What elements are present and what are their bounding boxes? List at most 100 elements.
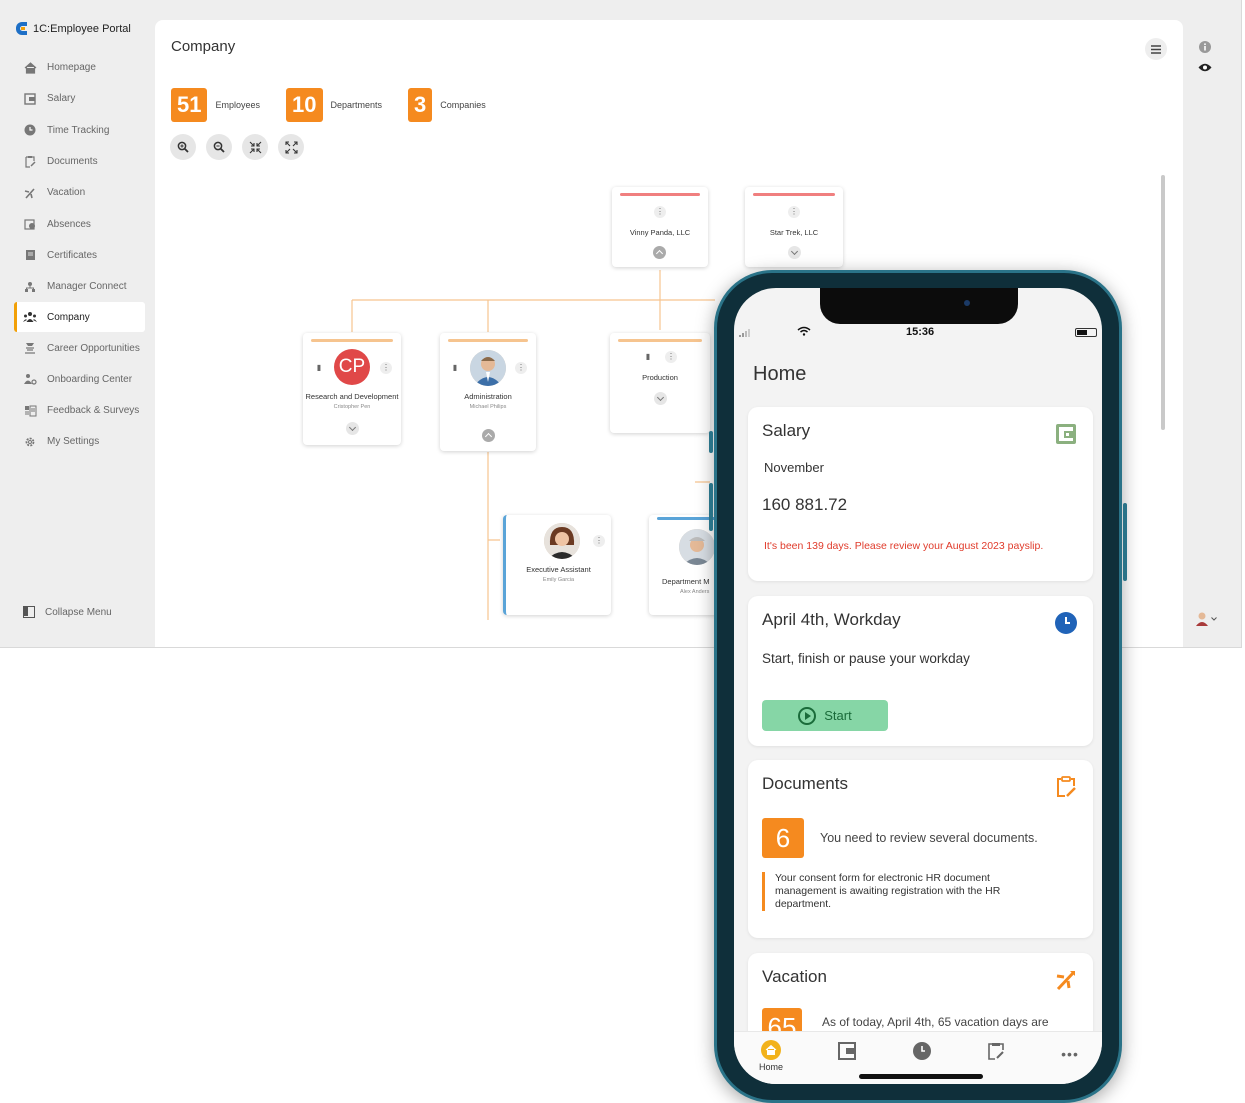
sidebar-item-my-settings[interactable]: My Settings bbox=[14, 426, 145, 457]
user-menu[interactable] bbox=[1196, 612, 1217, 626]
sidebar-item-label: Certificates bbox=[47, 249, 98, 261]
kebab-menu-icon[interactable]: ⋮ bbox=[665, 351, 677, 363]
sidebar-item-career-opportunities[interactable]: Career Opportunities bbox=[14, 332, 145, 363]
wallet-icon bbox=[838, 1042, 856, 1060]
start-workday-button[interactable]: Start bbox=[762, 700, 888, 731]
chevron-down-icon bbox=[1211, 617, 1217, 621]
tab-home[interactable]: Home bbox=[751, 1040, 791, 1072]
position-name: Executive Assistant bbox=[526, 565, 591, 574]
card-title: Salary bbox=[762, 421, 811, 440]
sidebar-item-label: Time Tracking bbox=[47, 124, 110, 136]
org-card-department-administration[interactable]: ▮ ⋮ Administration Michael Philips bbox=[440, 333, 536, 451]
payslip-warning[interactable]: It's been 139 days. Please review your A… bbox=[764, 540, 1043, 552]
sidebar-item-homepage[interactable]: Homepage bbox=[14, 52, 145, 83]
pin-icon[interactable]: ▮ bbox=[642, 351, 654, 363]
workday-text: Start, finish or pause your workday bbox=[762, 651, 970, 666]
sidebar-item-absences[interactable]: Absences bbox=[14, 208, 145, 239]
documents-card[interactable]: Documents 6 You need to review several d… bbox=[748, 760, 1093, 938]
expand-node-icon[interactable] bbox=[346, 422, 359, 435]
play-icon bbox=[798, 706, 817, 725]
pin-icon[interactable]: ▮ bbox=[313, 362, 325, 374]
sidebar-item-label: Onboarding Center bbox=[47, 373, 133, 385]
kebab-menu-icon[interactable]: ⋮ bbox=[380, 362, 392, 374]
more-icon[interactable]: ••• bbox=[1050, 1046, 1090, 1062]
department-head: Cristopher Pen bbox=[333, 404, 371, 410]
org-card-position-executive-assistant[interactable]: ⋮ Executive Assistant Emily Garcia bbox=[503, 515, 611, 615]
expand-node-icon[interactable] bbox=[654, 392, 667, 405]
wifi-icon bbox=[797, 326, 811, 336]
sidebar-item-label: Career Opportunities bbox=[47, 342, 140, 354]
sidebar: 1C:Employee Portal Homepage Salary Time … bbox=[0, 0, 155, 647]
company-name: Vinny Panda, LLC bbox=[629, 228, 691, 237]
survey-icon bbox=[23, 404, 37, 418]
collapse-menu-button[interactable]: Collapse Menu bbox=[23, 606, 112, 618]
department-head: Michael Philips bbox=[469, 404, 507, 410]
sidebar-item-salary[interactable]: Salary bbox=[14, 83, 145, 114]
org-card-department-production[interactable]: ▮ ⋮ Production bbox=[610, 333, 710, 433]
phone-device: 15:36 Home Salary November 160 881.72 It… bbox=[709, 270, 1127, 1103]
org-scrollbar[interactable] bbox=[1161, 175, 1165, 430]
sidebar-item-time-tracking[interactable]: Time Tracking bbox=[14, 115, 145, 146]
signal-icon bbox=[739, 329, 750, 337]
app-logo-icon bbox=[16, 22, 27, 35]
kebab-menu-icon[interactable]: ⋮ bbox=[788, 206, 800, 218]
document-note[interactable]: Your consent form for electronic HR docu… bbox=[762, 872, 1032, 911]
collapse-node-icon[interactable] bbox=[482, 429, 495, 442]
workday-card[interactable]: April 4th, Workday Start, finish or paus… bbox=[748, 596, 1093, 746]
clipboard-edit-icon bbox=[1057, 776, 1076, 797]
card-title: April 4th, Workday bbox=[762, 610, 901, 629]
avatar bbox=[470, 350, 506, 386]
app-brand[interactable]: 1C:Employee Portal bbox=[16, 22, 131, 35]
tab-salary[interactable] bbox=[827, 1042, 867, 1062]
sidebar-nav: Homepage Salary Time Tracking Documents bbox=[14, 52, 145, 458]
department-name: Administration bbox=[464, 392, 512, 401]
sidebar-item-manager-connect[interactable]: Manager Connect bbox=[14, 271, 145, 302]
tab-label: Home bbox=[758, 1062, 783, 1072]
card-accent bbox=[620, 193, 700, 196]
org-card-department-research[interactable]: ▮ CP ⋮ Research and Development Cristoph… bbox=[303, 333, 401, 445]
org-card-company-vinny-panda[interactable]: ⋮ Vinny Panda, LLC bbox=[612, 187, 708, 267]
tab-documents[interactable] bbox=[976, 1042, 1016, 1062]
sidebar-item-certificates[interactable]: Certificates bbox=[14, 240, 145, 271]
salary-card[interactable]: Salary November 160 881.72 It's been 139… bbox=[748, 407, 1093, 581]
kebab-menu-icon[interactable]: ⋮ bbox=[654, 206, 666, 218]
documents-summary: You need to review several documents. bbox=[820, 831, 1038, 845]
status-time: 15:36 bbox=[906, 326, 935, 338]
clock-icon bbox=[913, 1042, 931, 1060]
sidebar-item-documents[interactable]: Documents bbox=[14, 146, 145, 177]
sidebar-item-onboarding-center[interactable]: Onboarding Center bbox=[14, 364, 145, 395]
clipboard-edit-icon bbox=[23, 155, 37, 169]
tab-time-tracking[interactable] bbox=[902, 1042, 942, 1062]
clipboard-edit-icon bbox=[988, 1043, 1004, 1060]
hierarchy-icon bbox=[23, 280, 37, 294]
salary-month: November bbox=[764, 460, 824, 475]
app-name: 1C:Employee Portal bbox=[33, 22, 131, 35]
collapse-node-icon[interactable] bbox=[653, 246, 666, 259]
phone-mute-switch bbox=[709, 431, 713, 453]
card-title: Documents bbox=[762, 774, 848, 793]
pin-icon[interactable]: ▮ bbox=[449, 362, 461, 374]
sidebar-toggle-icon bbox=[23, 606, 35, 618]
sidebar-item-vacation[interactable]: Vacation bbox=[14, 177, 145, 208]
avatar-icon bbox=[1196, 612, 1208, 626]
eye-icon bbox=[1198, 63, 1212, 71]
wallet-icon bbox=[23, 92, 37, 106]
view-button[interactable] bbox=[1196, 58, 1214, 76]
position-holder: Emily Garcia bbox=[542, 577, 575, 583]
sidebar-item-label: Vacation bbox=[47, 187, 86, 199]
documents-count: 6 bbox=[762, 818, 804, 858]
sidebar-item-feedback-surveys[interactable]: Feedback & Surveys bbox=[14, 395, 145, 426]
expand-node-icon[interactable] bbox=[788, 246, 801, 259]
kebab-menu-icon[interactable]: ⋮ bbox=[515, 362, 527, 374]
phone-power-button bbox=[1123, 503, 1127, 581]
info-button[interactable] bbox=[1196, 38, 1214, 56]
ladder-icon bbox=[23, 341, 37, 355]
sidebar-item-label: Feedback & Surveys bbox=[47, 405, 140, 417]
org-card-company-star-trek[interactable]: ⋮ Star Trek, LLC bbox=[745, 187, 843, 267]
sidebar-item-company[interactable]: Company bbox=[14, 302, 145, 333]
card-accent bbox=[448, 339, 528, 342]
home-icon bbox=[761, 1040, 781, 1060]
home-indicator bbox=[859, 1074, 983, 1079]
kebab-menu-icon[interactable]: ⋮ bbox=[593, 535, 605, 547]
clock-icon bbox=[1055, 612, 1077, 634]
